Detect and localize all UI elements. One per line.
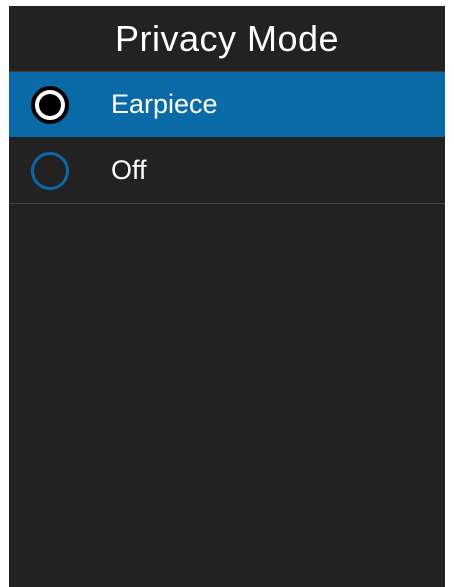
page-title: Privacy Mode	[114, 17, 340, 59]
option-label: Off	[111, 155, 147, 185]
radio-dot	[39, 93, 61, 116]
radio-checked-icon	[31, 85, 69, 124]
radio-unchecked-icon	[31, 151, 69, 190]
option-off[interactable]: Off	[9, 138, 445, 204]
title-bar: Privacy Mode	[9, 6, 445, 72]
option-earpiece[interactable]: Earpiece	[9, 72, 445, 138]
privacy-mode-screen: Privacy Mode Earpiece Off	[9, 6, 445, 587]
options-list: Earpiece Off	[9, 72, 445, 204]
option-label: Earpiece	[111, 89, 218, 119]
